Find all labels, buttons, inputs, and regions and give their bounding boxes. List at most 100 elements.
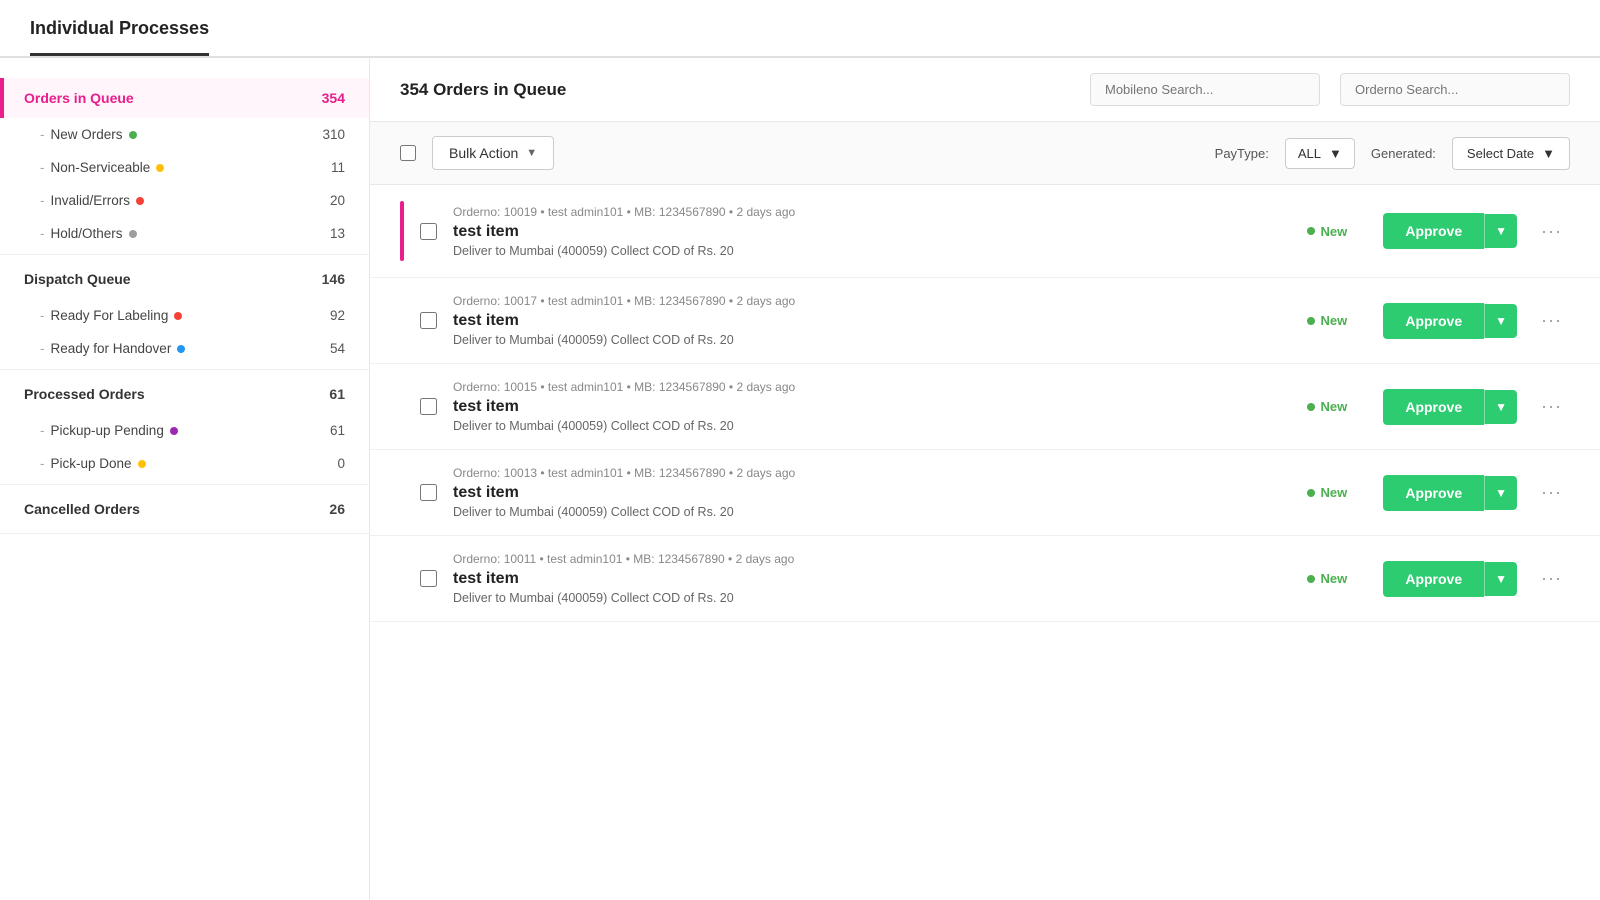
sidebar-item-count: 146 xyxy=(322,271,345,287)
new-status-dot-icon xyxy=(1307,317,1315,325)
approve-dropdown-4[interactable]: ▼ xyxy=(1484,476,1517,510)
order-title-4: test item xyxy=(453,484,1271,502)
orderno-search-input[interactable] xyxy=(1340,73,1570,106)
order-checkbox-3[interactable] xyxy=(420,398,437,415)
approve-dropdown-2[interactable]: ▼ xyxy=(1484,304,1517,338)
dash-icon: - xyxy=(40,226,45,241)
sidebar-item-label: Dispatch Queue xyxy=(24,271,131,287)
order-title-5: test item xyxy=(453,570,1271,588)
order-item-3: Orderno: 10015 • test admin101 • MB: 123… xyxy=(370,364,1600,450)
chevron-down-icon: ▼ xyxy=(526,147,537,159)
date-select-button[interactable]: Select Date ▼ xyxy=(1452,137,1570,170)
order-info-3: Orderno: 10015 • test admin101 • MB: 123… xyxy=(453,380,1271,433)
order-status-5: New xyxy=(1287,571,1367,586)
dash-icon: - xyxy=(40,160,45,175)
order-info-5: Orderno: 10011 • test admin101 • MB: 123… xyxy=(453,552,1271,605)
sub-item-label: Non-Serviceable xyxy=(51,160,151,175)
order-item-4: Orderno: 10013 • test admin101 • MB: 123… xyxy=(370,450,1600,536)
page-title: Individual Processes xyxy=(30,18,209,56)
queue-header: 354 Orders in Queue xyxy=(370,58,1600,122)
more-options-button-4[interactable]: ··· xyxy=(1533,478,1570,507)
sidebar-sub-item-pickup-pending[interactable]: - Pickup-up Pending 61 xyxy=(0,414,369,447)
sub-item-label: Ready For Labeling xyxy=(51,308,169,323)
approve-button-5[interactable]: Approve xyxy=(1383,561,1484,597)
bulk-action-label: Bulk Action xyxy=(449,145,518,161)
more-options-button-1[interactable]: ··· xyxy=(1533,217,1570,246)
order-meta-3: Orderno: 10015 • test admin101 • MB: 123… xyxy=(453,380,1271,394)
order-delivery-4: Deliver to Mumbai (400059) Collect COD o… xyxy=(453,505,1271,519)
select-all-checkbox[interactable] xyxy=(400,145,416,161)
order-meta-1: Orderno: 10019 • test admin101 • MB: 123… xyxy=(453,205,1271,219)
status-dot-icon xyxy=(138,460,146,468)
order-title-3: test item xyxy=(453,398,1271,416)
order-checkbox-2[interactable] xyxy=(420,312,437,329)
order-title-2: test item xyxy=(453,312,1271,330)
sidebar-sub-item-new-orders[interactable]: - New Orders 310 xyxy=(0,118,369,151)
order-status-2: New xyxy=(1287,313,1367,328)
mobile-search-input[interactable] xyxy=(1090,73,1320,106)
sidebar-sub-item-ready-for-handover[interactable]: - Ready for Handover 54 xyxy=(0,332,369,365)
status-text-5: New xyxy=(1320,571,1347,586)
sidebar-item-cancelled-orders[interactable]: Cancelled Orders 26 xyxy=(0,489,369,529)
more-options-button-2[interactable]: ··· xyxy=(1533,306,1570,335)
new-status-dot-icon xyxy=(1307,227,1315,235)
order-info-1: Orderno: 10019 • test admin101 • MB: 123… xyxy=(453,205,1271,258)
sub-item-label: Ready for Handover xyxy=(51,341,172,356)
sidebar-sub-item-hold-others[interactable]: - Hold/Others 13 xyxy=(0,217,369,250)
approve-button-3[interactable]: Approve xyxy=(1383,389,1484,425)
approve-btn-group-2: Approve ▼ xyxy=(1383,303,1517,339)
order-title-1: test item xyxy=(453,223,1271,241)
paytype-chevron-icon: ▼ xyxy=(1329,146,1342,161)
dash-icon: - xyxy=(40,341,45,356)
approve-button-1[interactable]: Approve xyxy=(1383,213,1484,249)
approve-dropdown-5[interactable]: ▼ xyxy=(1484,562,1517,596)
order-delivery-5: Deliver to Mumbai (400059) Collect COD o… xyxy=(453,591,1271,605)
order-meta-2: Orderno: 10017 • test admin101 • MB: 123… xyxy=(453,294,1271,308)
dash-icon: - xyxy=(40,456,45,471)
new-status-dot-icon xyxy=(1307,403,1315,411)
sidebar-sub-item-invalid-errors[interactable]: - Invalid/Errors 20 xyxy=(0,184,369,217)
order-item-5: Orderno: 10011 • test admin101 • MB: 123… xyxy=(370,536,1600,622)
status-dot-icon xyxy=(156,164,164,172)
order-checkbox-1[interactable] xyxy=(420,223,437,240)
approve-btn-group-3: Approve ▼ xyxy=(1383,389,1517,425)
paytype-value: ALL xyxy=(1298,146,1321,161)
more-options-button-5[interactable]: ··· xyxy=(1533,564,1570,593)
queue-title: 354 Orders in Queue xyxy=(400,80,1070,100)
dash-icon: - xyxy=(40,423,45,438)
sidebar-item-processed-orders[interactable]: Processed Orders 61 xyxy=(0,374,369,414)
approve-btn-group-4: Approve ▼ xyxy=(1383,475,1517,511)
sub-item-count: 13 xyxy=(330,226,345,241)
right-panel: 354 Orders in Queue Bulk Action ▼ PayTyp… xyxy=(370,58,1600,900)
sub-item-label: New Orders xyxy=(51,127,123,142)
order-item-2: Orderno: 10017 • test admin101 • MB: 123… xyxy=(370,278,1600,364)
sidebar-sub-item-pick-up-done[interactable]: - Pick-up Done 0 xyxy=(0,447,369,480)
sub-item-label: Hold/Others xyxy=(51,226,123,241)
sidebar-sub-item-non-serviceable[interactable]: - Non-Serviceable 11 xyxy=(0,151,369,184)
order-left-bar xyxy=(400,201,404,261)
bulk-action-button[interactable]: Bulk Action ▼ xyxy=(432,136,554,170)
order-checkbox-5[interactable] xyxy=(420,570,437,587)
order-item-1: Orderno: 10019 • test admin101 • MB: 123… xyxy=(370,185,1600,278)
approve-button-4[interactable]: Approve xyxy=(1383,475,1484,511)
sub-item-label: Invalid/Errors xyxy=(51,193,131,208)
sidebar-section-dispatch-queue: Dispatch Queue 146 - Ready For Labeling … xyxy=(0,259,369,370)
approve-dropdown-3[interactable]: ▼ xyxy=(1484,390,1517,424)
order-meta-4: Orderno: 10013 • test admin101 • MB: 123… xyxy=(453,466,1271,480)
sidebar-item-dispatch-queue[interactable]: Dispatch Queue 146 xyxy=(0,259,369,299)
status-text-2: New xyxy=(1320,313,1347,328)
sidebar-item-label: Cancelled Orders xyxy=(24,501,140,517)
more-options-button-3[interactable]: ··· xyxy=(1533,392,1570,421)
sidebar-item-count: 61 xyxy=(329,386,345,402)
paytype-select[interactable]: ALL ▼ xyxy=(1285,138,1355,169)
order-checkbox-4[interactable] xyxy=(420,484,437,501)
sidebar-item-label: Processed Orders xyxy=(24,386,145,402)
status-dot-icon xyxy=(129,131,137,139)
sidebar-item-orders-in-queue[interactable]: Orders in Queue 354 xyxy=(0,78,369,118)
sidebar-sub-item-ready-for-labeling[interactable]: - Ready For Labeling 92 xyxy=(0,299,369,332)
generated-label: Generated: xyxy=(1371,146,1436,161)
approve-button-2[interactable]: Approve xyxy=(1383,303,1484,339)
order-delivery-1: Deliver to Mumbai (400059) Collect COD o… xyxy=(453,244,1271,258)
approve-dropdown-1[interactable]: ▼ xyxy=(1484,214,1517,248)
sub-item-count: 20 xyxy=(330,193,345,208)
